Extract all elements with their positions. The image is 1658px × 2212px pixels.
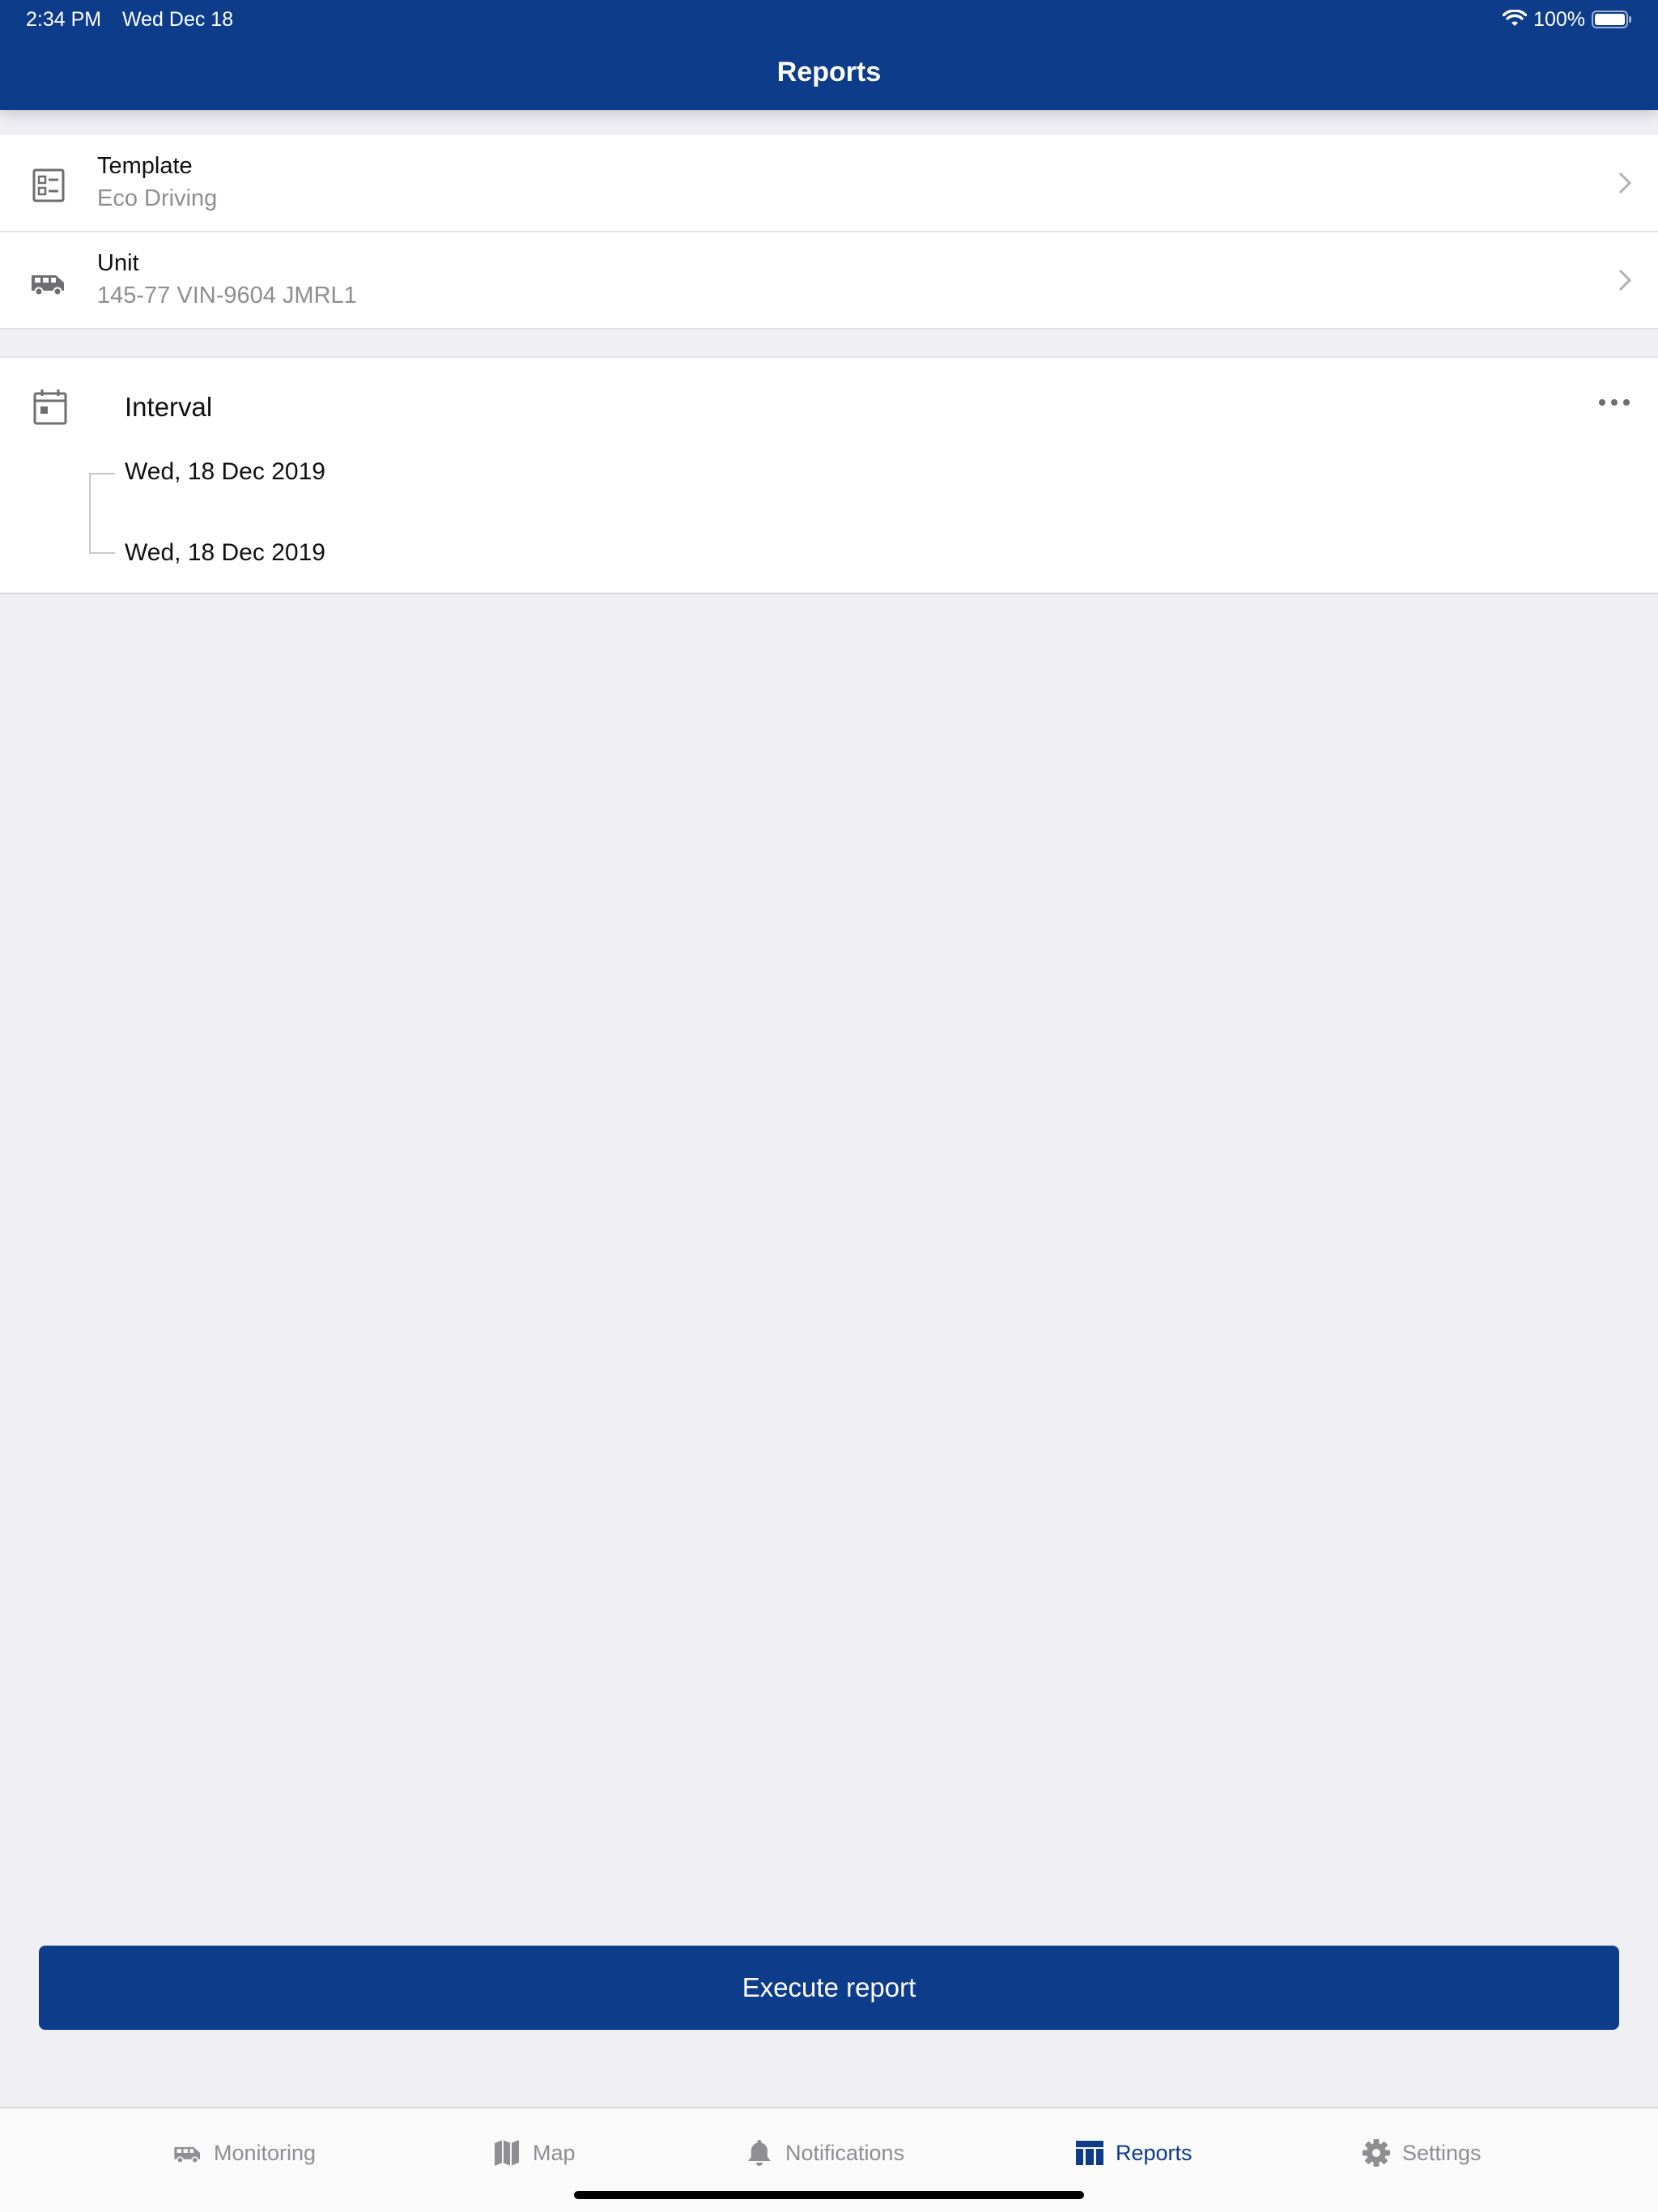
wifi-icon (1503, 10, 1528, 26)
reports-icon (1076, 2141, 1103, 2165)
unit-row[interactable]: Unit 145-77 VIN-9604 JMRL1 (0, 232, 1658, 330)
unit-label: Unit (97, 250, 139, 276)
tab-settings-label: Settings (1402, 2140, 1482, 2165)
more-options-icon[interactable] (1598, 398, 1630, 406)
bell-icon (748, 2140, 771, 2166)
status-indicators: 100% (1503, 6, 1632, 32)
page-title: Reports (776, 57, 882, 87)
execute-report-button[interactable]: Execute report (39, 1946, 1619, 2030)
interval-from-date[interactable]: Wed, 18 Dec 2019 (125, 458, 325, 486)
calendar-icon (33, 389, 67, 425)
header: 2:34 PM Wed Dec 18 100% Reports (0, 0, 1658, 110)
unit-value: 145-77 VIN-9604 JMRL1 (97, 283, 357, 308)
tab-map[interactable]: Map (491, 2133, 576, 2173)
van-icon (174, 2146, 201, 2164)
tab-monitoring[interactable]: Monitoring (172, 2133, 316, 2173)
home-indicator (574, 2191, 1084, 2199)
status-time: 2:34 PM (26, 8, 102, 31)
map-icon (495, 2140, 519, 2166)
tab-monitoring-label: Monitoring (214, 2140, 317, 2165)
template-label: Template (97, 153, 193, 179)
template-row[interactable]: Template Eco Driving (0, 135, 1658, 232)
chevron-right-icon (1618, 269, 1632, 291)
tab-reports[interactable]: Reports (1073, 2133, 1192, 2173)
tab-map-label: Map (533, 2140, 576, 2165)
chevron-right-icon (1618, 172, 1632, 194)
van-icon (32, 275, 64, 296)
gear-icon (1363, 2139, 1390, 2167)
interval-section[interactable]: Interval Wed, 18 Dec 2019 Wed, 18 Dec 20… (0, 356, 1658, 594)
template-icon (32, 168, 65, 202)
interval-label: Interval (125, 392, 213, 422)
interval-bracket (89, 473, 115, 554)
tab-settings[interactable]: Settings (1360, 2133, 1482, 2173)
reports-screen: 2:34 PM Wed Dec 18 100% Reports Template… (0, 0, 1658, 2212)
tab-notifications[interactable]: Notifications (743, 2133, 904, 2173)
battery-icon (1592, 11, 1631, 28)
template-value: Eco Driving (97, 185, 218, 211)
tab-reports-label: Reports (1116, 2140, 1192, 2165)
tab-notifications-label: Notifications (785, 2140, 905, 2165)
status-date: Wed Dec 18 (122, 8, 234, 31)
battery-percent: 100% (1533, 7, 1585, 31)
interval-to-date[interactable]: Wed, 18 Dec 2019 (125, 539, 325, 567)
